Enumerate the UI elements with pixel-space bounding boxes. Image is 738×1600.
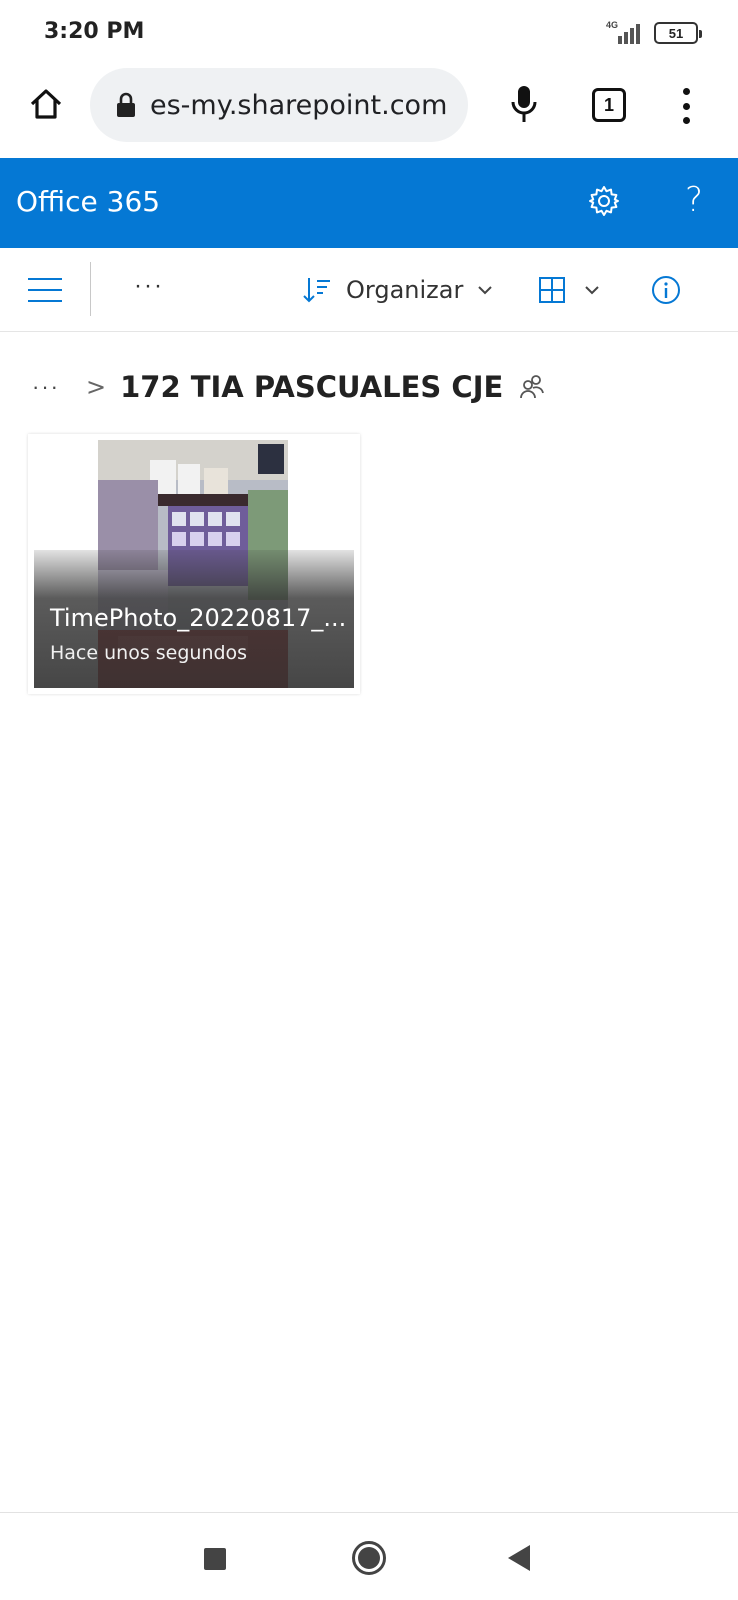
lock-icon	[116, 92, 136, 118]
signal-icon: 4G	[606, 20, 644, 44]
file-modified: Hace unos segundos	[50, 642, 248, 664]
view-options-button[interactable]	[538, 270, 600, 310]
info-icon	[652, 276, 680, 304]
chevron-down-icon	[478, 286, 493, 295]
address-bar[interactable]: es-my.sharepoint.com	[90, 68, 468, 142]
info-button[interactable]	[650, 274, 682, 306]
battery-icon: 51	[654, 22, 702, 44]
help-button[interactable]: ?	[676, 178, 712, 222]
home-button[interactable]	[24, 82, 68, 126]
browser-toolbar: es-my.sharepoint.com 1	[0, 62, 738, 158]
command-bar: ··· Organizar	[0, 248, 738, 332]
command-divider	[90, 262, 91, 316]
chevron-down-icon	[585, 286, 599, 295]
home-icon	[30, 89, 62, 119]
back-triangle-icon[interactable]	[508, 1545, 530, 1571]
microphone-icon	[511, 86, 537, 122]
file-tile[interactable]: TimePhoto_20220817_... Hace unos segundo…	[28, 434, 360, 694]
hamburger-icon	[28, 278, 62, 280]
home-circle-icon[interactable]	[352, 1541, 386, 1575]
network-label: 4G	[606, 20, 619, 30]
file-tile-inner: TimePhoto_20220817_... Hace unos segundo…	[34, 440, 354, 688]
breadcrumb-separator: >	[85, 373, 107, 401]
breadcrumb-overflow-button[interactable]: ···	[32, 374, 60, 400]
folder-title[interactable]: 172 TIA PASCUALES CJE	[120, 370, 503, 404]
overflow-menu-button[interactable]	[668, 84, 704, 128]
voice-search-button[interactable]	[504, 80, 544, 128]
gear-icon	[589, 186, 619, 216]
grid-view-icon	[539, 277, 565, 303]
url-text: es-my.sharepoint.com	[150, 89, 448, 121]
app-title[interactable]: Office 365	[16, 185, 160, 218]
tab-switcher-button[interactable]: 1	[592, 88, 626, 122]
tab-count: 1	[603, 94, 614, 115]
sort-button[interactable]: Organizar	[302, 268, 493, 312]
navigation-menu-button[interactable]	[28, 275, 62, 305]
status-bar: 3:20 PM 4G 51	[0, 0, 738, 62]
overflow-menu-icon	[682, 88, 690, 95]
help-icon: ?	[684, 180, 704, 220]
settings-button[interactable]	[584, 181, 624, 221]
shared-people-icon[interactable]	[519, 373, 545, 401]
sort-label: Organizar	[346, 276, 464, 304]
status-time: 3:20 PM	[44, 19, 145, 44]
status-indicators: 4G 51	[606, 20, 702, 46]
file-name: TimePhoto_20220817_...	[50, 604, 347, 632]
breadcrumb: ··· > 172 TIA PASCUALES CJE	[32, 362, 545, 412]
sort-icon	[303, 278, 330, 303]
battery-level: 51	[668, 25, 684, 41]
recents-square-icon[interactable]	[204, 1548, 226, 1570]
office-header: Office 365 ?	[0, 158, 738, 248]
system-nav-bar	[0, 1512, 738, 1600]
more-commands-button[interactable]: ···	[134, 272, 170, 302]
